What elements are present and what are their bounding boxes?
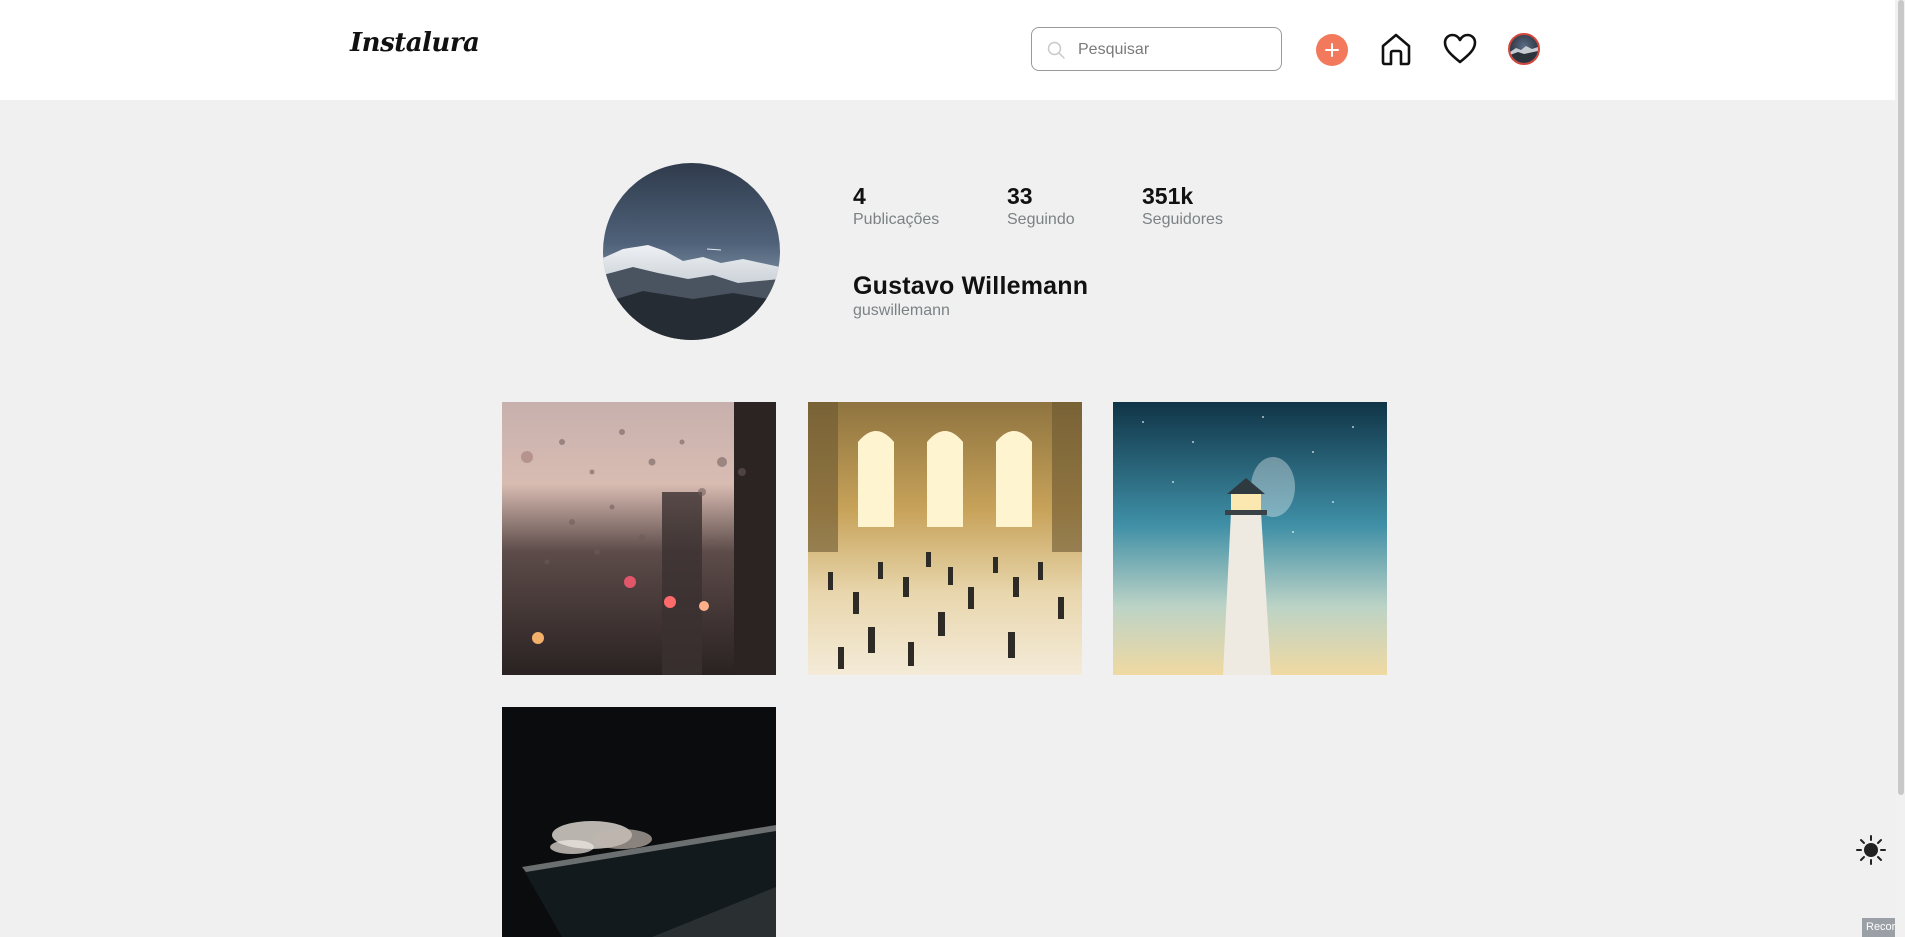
search-box[interactable]	[1031, 27, 1282, 71]
stat-value: 4	[853, 183, 866, 209]
search-input[interactable]	[1076, 38, 1275, 62]
scrollbar-thumb[interactable]	[1898, 0, 1904, 795]
stat-following[interactable]: 33 Seguindo	[1007, 182, 1075, 230]
heart-icon[interactable]	[1442, 31, 1478, 67]
stat-label: Seguidores	[1142, 211, 1223, 228]
stat-followers[interactable]: 351k Seguidores	[1142, 182, 1223, 230]
profile-photo	[603, 163, 780, 340]
lighthouse-photo	[1113, 402, 1387, 675]
post-thumbnail[interactable]	[502, 707, 776, 937]
search-icon	[1047, 41, 1065, 59]
user-avatar[interactable]	[1508, 33, 1540, 65]
logo[interactable]: Instalura	[350, 28, 480, 58]
avatar-photo	[1510, 46, 1538, 63]
stat-label: Seguindo	[1007, 211, 1075, 228]
mountain-photo	[603, 163, 780, 340]
sun-icon[interactable]	[1855, 834, 1887, 866]
post-thumbnail[interactable]	[502, 402, 776, 675]
grand-central-terminal-photo	[808, 402, 1082, 675]
profile-username: guswillemann	[853, 302, 950, 319]
post-thumbnail[interactable]	[1113, 402, 1387, 675]
profile-name: Gustavo Willemann	[853, 272, 1089, 300]
home-icon[interactable]	[1378, 31, 1414, 67]
top-navbar: Instalura	[0, 0, 1895, 100]
night-waves-pool-photo	[502, 707, 776, 937]
stat-label: Publicações	[853, 211, 940, 228]
stat-publications: 4 Publicações	[853, 182, 939, 230]
rainy-window-photo	[502, 402, 776, 675]
recorder-tab[interactable]: Recording	[1862, 918, 1895, 937]
post-thumbnail[interactable]	[808, 402, 1082, 675]
plus-icon	[1325, 43, 1339, 57]
stat-value: 351k	[1142, 183, 1194, 209]
new-post-button[interactable]	[1316, 34, 1348, 66]
stat-value: 33	[1007, 183, 1033, 209]
